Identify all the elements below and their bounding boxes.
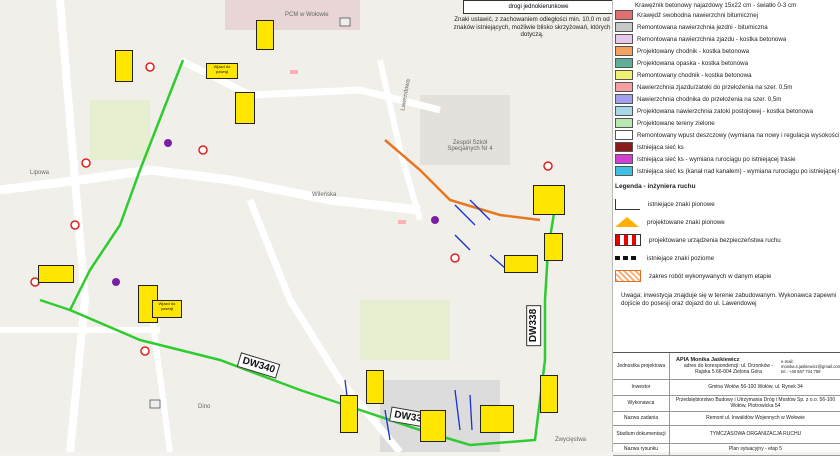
- yellow-sign: [256, 20, 274, 50]
- traffic-legend-item: istniejące znaki pionowe: [615, 196, 839, 212]
- legend-label: Projektowana opaska - kostka betonowa: [637, 59, 749, 67]
- legend-item: Remontowana nawierzchnia zjazdu - kostka…: [615, 34, 839, 44]
- traffic-legend-label: zakres robót wykonywanych w danym etapie: [649, 272, 772, 280]
- legend-swatch: [615, 58, 633, 68]
- traffic-legend-label: projektowane znaki pionowe: [647, 218, 725, 226]
- legend-item: Projektowana opaska - kostka betonowa: [615, 58, 839, 68]
- legend-item: Remontowany chodnik - kostka betonowa: [615, 70, 839, 80]
- legend-swatch: [615, 10, 633, 20]
- legend-label: Nawierzchnia chodnika do przełożenia na …: [637, 95, 782, 103]
- yellow-sign: Wjazd do posesji: [152, 300, 182, 318]
- traffic-legend-item: zakres robót wykonywanych w danym etapie: [615, 268, 839, 284]
- legend-swatch: [615, 154, 633, 164]
- legend-item: Remontowany wpust deszczowy (wymiana na …: [615, 130, 839, 140]
- yellow-sign: [115, 50, 133, 82]
- yellow-sign: [235, 92, 255, 124]
- place-school: Zespół Szkół Specjalnych Nr 4: [447, 140, 493, 152]
- legend-item: Projektowane tereny zielone: [615, 118, 839, 128]
- legend-item: Istniejąca sieć ks (kanał nad kanałem) -…: [615, 166, 839, 176]
- legend-swatch: [615, 166, 633, 176]
- legend-swatch: [615, 130, 633, 140]
- traffic-legend-label: istniejące znaki poziome: [647, 254, 715, 262]
- legend-item: Istniejąca sieć ks - wymiana rurociągu p…: [615, 154, 839, 164]
- legend-item: Istniejąca sieć ks: [615, 142, 839, 152]
- place-dino: Dino: [198, 404, 211, 410]
- yellow-sign: [544, 233, 563, 261]
- legend-label: Projektowany chodnik - kostka betonowa: [637, 47, 750, 55]
- top-note: Znaki ustawić, z zachowaniem odległości …: [453, 16, 611, 38]
- place-lipowa: Lipowa: [30, 170, 50, 176]
- yellow-sign: Wjazd do posesji: [206, 63, 238, 79]
- stamp-row-stage: Stadium dokumentacji TYMCZASOWA ORGANIZA…: [613, 425, 840, 444]
- stamp-row-contractor: Wykonawca Przedsiębiorstwo Budowy i Utrz…: [613, 395, 840, 412]
- legend-swatch: [615, 142, 633, 152]
- legend-label: Krawędź swobodna nawierzchni bitumicznej: [637, 11, 759, 19]
- legend-label: Remontowana nawierzchnia zjazdu - kostka…: [637, 35, 787, 43]
- traffic-legend-label: projektowane urządzenia bezpieczeństwa r…: [649, 236, 781, 244]
- yellow-sign: [480, 405, 514, 433]
- traffic-legend-icon: [615, 270, 641, 282]
- yellow-sign: [504, 255, 538, 273]
- green-area-2: [360, 300, 450, 360]
- legend-label: Istniejąca sieć ks: [637, 143, 684, 151]
- stamp-row-investor: Inwestor Gmina Wołów 56-100 Wołów, ul. R…: [613, 379, 840, 396]
- traffic-legend-icon: [615, 198, 640, 210]
- traffic-legend-icon: [615, 217, 639, 227]
- legend-item: Projektowana nawierzchnia zatoki postojo…: [615, 106, 839, 116]
- legend-label: Istniejąca sieć ks (kanał nad kanałem) -…: [637, 167, 839, 175]
- top-box-label: drogi jednokierunkowe: [508, 4, 569, 10]
- place-wilenska: Wileńska: [312, 192, 337, 198]
- green-area: [90, 100, 150, 160]
- site-plan-map[interactable]: Znaki ustawić, z zachowaniem odległości …: [0, 0, 612, 452]
- legend-swatch: [615, 106, 633, 116]
- legend-label: Remontowana nawierzchnia jezdni - bitumi…: [637, 23, 768, 31]
- traffic-legend-icon: [615, 234, 641, 246]
- yellow-sign: [340, 395, 358, 433]
- legend-item: Nawierzchnia chodnika do przełożenia na …: [615, 94, 839, 104]
- traffic-legend-icon: [615, 256, 639, 260]
- legend-swatch: [615, 34, 633, 44]
- legend-top-item: Krawężnik betonowy najazdowy 15x22 cm - …: [635, 1, 797, 9]
- legend-label: Projektowane tereny zielone: [637, 119, 715, 127]
- legend-swatch: [615, 70, 633, 80]
- stamp-row-unit: Jednostka projektowa APIA Monika Jaśkiew…: [613, 353, 840, 380]
- yellow-sign: [366, 370, 384, 404]
- traffic-legend-item: istniejące znaki poziome: [615, 250, 839, 266]
- legend-item: Projektowany chodnik - kostka betonowa: [615, 46, 839, 56]
- legend-swatch: [615, 22, 633, 32]
- traffic-legend-item: projektowane znaki pionowe: [615, 214, 839, 230]
- legend-panel: Krawężnik betonowy najazdowy 15x22 cm - …: [612, 0, 840, 456]
- legend-label: Nawierzchnia zjazdu/zatoki do przełożeni…: [637, 83, 793, 91]
- legend-swatch: [615, 82, 633, 92]
- legend-item: Remontowana nawierzchnia jezdni - bitumi…: [615, 22, 839, 32]
- road-label-dw338-east: DW338: [526, 304, 542, 347]
- legend-label: Remontowany chodnik - kostka betonowa: [637, 71, 752, 79]
- legend-warning: Uwaga: inwestycja znajduje się w terenie…: [621, 292, 837, 307]
- traffic-legend-label: istniejące znaki pionowe: [648, 200, 715, 208]
- legend-swatch: [615, 118, 633, 128]
- place-zwyciestwa: Zwycięstwa: [555, 437, 587, 443]
- legend-swatch: [615, 46, 633, 56]
- legend-label: Projektowana nawierzchnia zatoki postojo…: [637, 107, 814, 115]
- title-block: Jednostka projektowa APIA Monika Jaśkiew…: [613, 352, 840, 456]
- traffic-legend-item: projektowane urządzenia bezpieczeństwa r…: [615, 232, 839, 248]
- legend-label: Remontowany wpust deszczowy (wymiana na …: [637, 131, 839, 139]
- traffic-legend-title: Legenda - inżyniera ruchu: [615, 183, 696, 190]
- legend-swatch: [615, 94, 633, 104]
- yellow-sign: [420, 410, 446, 442]
- stamp-row-task: Nazwa zadania Remont ul. Inwalidów Wojen…: [613, 411, 840, 426]
- yellow-sign: [533, 185, 565, 215]
- yellow-sign: [38, 265, 74, 283]
- map-canvas: [0, 0, 559, 452]
- legend-label: Istniejąca sieć ks - wymiana rurociągu p…: [637, 155, 796, 163]
- legend-item: Nawierzchnia zjazdu/zatoki do przełożeni…: [615, 82, 839, 92]
- place-pcm: PCM w Wołowie: [285, 12, 329, 18]
- top-box: drogi jednokierunkowe: [463, 0, 612, 14]
- stamp-row-drawing: Nazwa rysunku Plan sytuacyjny - etap 5: [613, 443, 840, 456]
- legend-item: Krawędź swobodna nawierzchni bitumicznej: [615, 10, 839, 20]
- yellow-sign: [540, 375, 558, 413]
